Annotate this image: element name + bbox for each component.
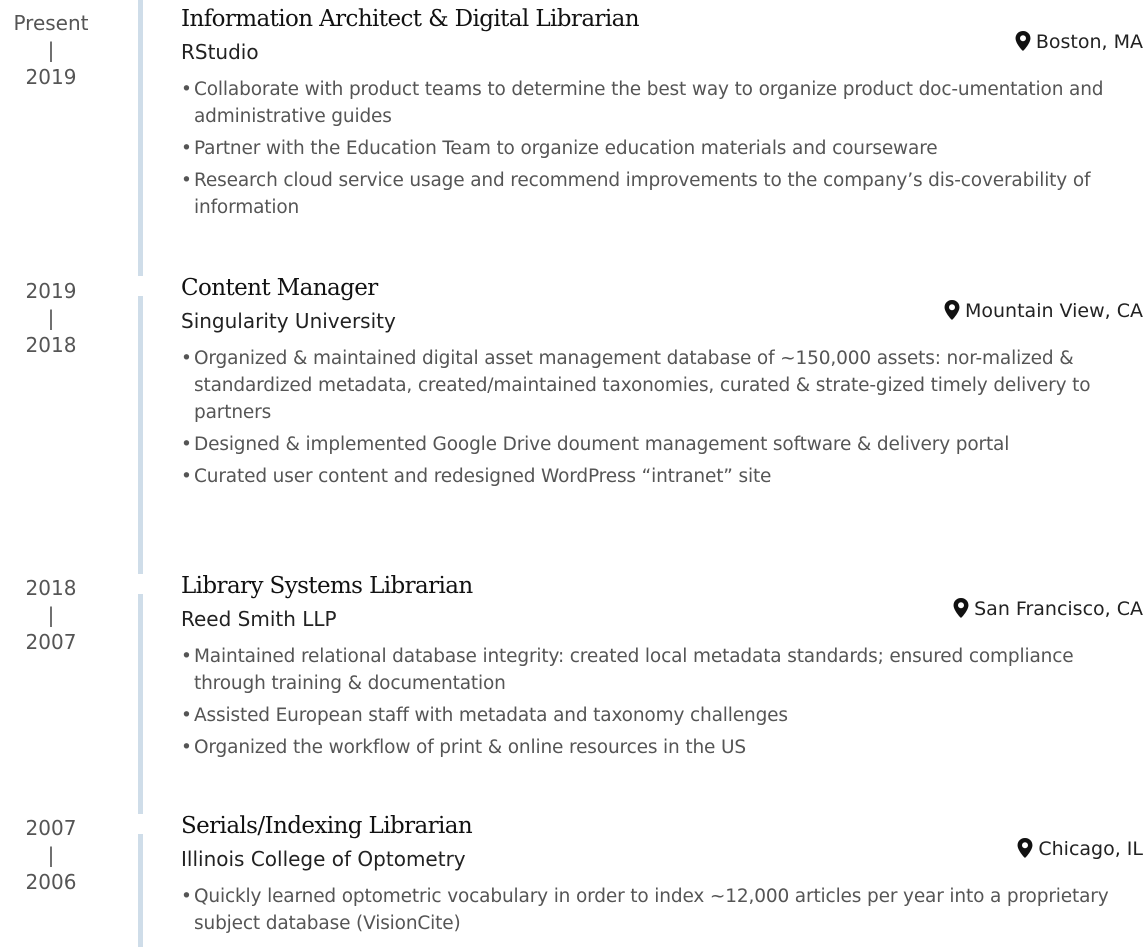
- timeline-bar: [138, 594, 143, 814]
- list-item-text: Quickly learned optometric vocabulary in…: [194, 886, 1109, 934]
- list-item-text: Organized the workflow of print & online…: [194, 737, 746, 758]
- list-item-text: Partner with the Education Team to organ…: [194, 138, 938, 159]
- list-item-text: Maintained relational database integrity…: [194, 646, 1074, 694]
- entry-content: Content Manager Singularity University M…: [181, 272, 1143, 495]
- date-start: 2018: [25, 333, 77, 357]
- date-range: Present | 2019: [0, 10, 102, 91]
- location-text: San Francisco, CA: [974, 598, 1143, 620]
- list-item: • Designed & implemented Google Drive dou…: [181, 434, 1010, 455]
- responsibility-list: • Organized & maintained digital asset ma…: [181, 345, 1143, 490]
- date-start: 2006: [25, 870, 77, 894]
- company-row: Illinois College of Optometry Chicago, I…: [181, 838, 1143, 876]
- list-item-text: Research cloud service usage and recomme…: [194, 170, 1091, 218]
- date-start: 2007: [25, 630, 77, 654]
- date-separator: |: [47, 306, 55, 330]
- list-item: • Organized the workflow of print & onlin…: [181, 737, 746, 758]
- list-item: • Maintained relational database integrit…: [181, 646, 1074, 694]
- list-item-text: Collaborate with product teams to determ…: [194, 79, 1104, 127]
- list-item-text: Designed & implemented Google Drive doum…: [194, 434, 1010, 455]
- location-text: Boston, MA: [1035, 31, 1143, 53]
- list-item: • Collaborate with product teams to deter…: [181, 79, 1104, 127]
- date-start: 2019: [25, 65, 77, 89]
- location: Chicago, IL: [1016, 832, 1143, 866]
- map-marker-icon: [1015, 31, 1031, 51]
- list-item-text: Curated user content and redesigned Word…: [194, 466, 772, 487]
- company-row: RStudio Boston, MA: [181, 31, 1143, 69]
- date-end: Present: [13, 11, 89, 35]
- company-name: Illinois College of Optometry: [181, 847, 466, 871]
- date-separator: |: [47, 843, 55, 867]
- map-marker-icon: [953, 598, 969, 618]
- responsibility-list: • Collaborate with product teams to deter…: [181, 76, 1143, 221]
- location-text: Chicago, IL: [1038, 838, 1143, 860]
- map-marker-icon: [1017, 838, 1033, 858]
- entry-content: Serials/Indexing Librarian Illinois Coll…: [181, 810, 1143, 942]
- list-item-text: Assisted European staff with metadata an…: [194, 705, 788, 726]
- date-range: 2018 | 2007: [0, 575, 102, 656]
- map-marker-icon: [944, 300, 960, 320]
- company-row: Reed Smith LLP San Francisco, CA: [181, 598, 1143, 636]
- list-item: • Organized & maintained digital asset ma…: [181, 348, 1091, 423]
- date-separator: |: [47, 603, 55, 627]
- entry-content: Information Architect & Digital Libraria…: [181, 3, 1143, 226]
- list-item-text: Organized & maintained digital asset man…: [194, 348, 1091, 423]
- job-title: Information Architect & Digital Libraria…: [181, 6, 640, 32]
- company-name: Singularity University: [181, 309, 396, 333]
- responsibility-list: • Maintained relational database integrit…: [181, 643, 1143, 761]
- entry-content: Library Systems Librarian Reed Smith LLP…: [181, 570, 1143, 766]
- location: Boston, MA: [1014, 25, 1143, 59]
- responsibility-list: • Quickly learned optometric vocabulary i…: [181, 883, 1143, 937]
- date-range: 2007 | 2006: [0, 815, 102, 896]
- timeline-bar: [138, 834, 143, 947]
- list-item: • Partner with the Education Team to orga…: [181, 138, 938, 159]
- list-item: • Assisted European staff with metadata a…: [181, 705, 788, 726]
- list-item: • Quickly learned optometric vocabulary i…: [181, 886, 1109, 934]
- timeline-bar: [138, 296, 143, 574]
- company-row: Singularity University Mountain View, CA: [181, 300, 1143, 338]
- company-name: Reed Smith LLP: [181, 607, 337, 631]
- date-end: 2019: [25, 279, 77, 303]
- date-range: 2019 | 2018: [0, 278, 102, 359]
- list-item: • Research cloud service usage and recomm…: [181, 170, 1091, 218]
- timeline-bar: [138, 0, 143, 276]
- date-end: 2018: [25, 576, 77, 600]
- date-end: 2007: [25, 816, 77, 840]
- job-title: Serials/Indexing Librarian: [181, 813, 473, 839]
- location: Mountain View, CA: [943, 294, 1143, 328]
- company-name: RStudio: [181, 40, 259, 64]
- date-separator: |: [47, 38, 55, 62]
- list-item: • Curated user content and redesigned Wor…: [181, 466, 772, 487]
- location-text: Mountain View, CA: [965, 300, 1143, 322]
- location: San Francisco, CA: [952, 592, 1143, 626]
